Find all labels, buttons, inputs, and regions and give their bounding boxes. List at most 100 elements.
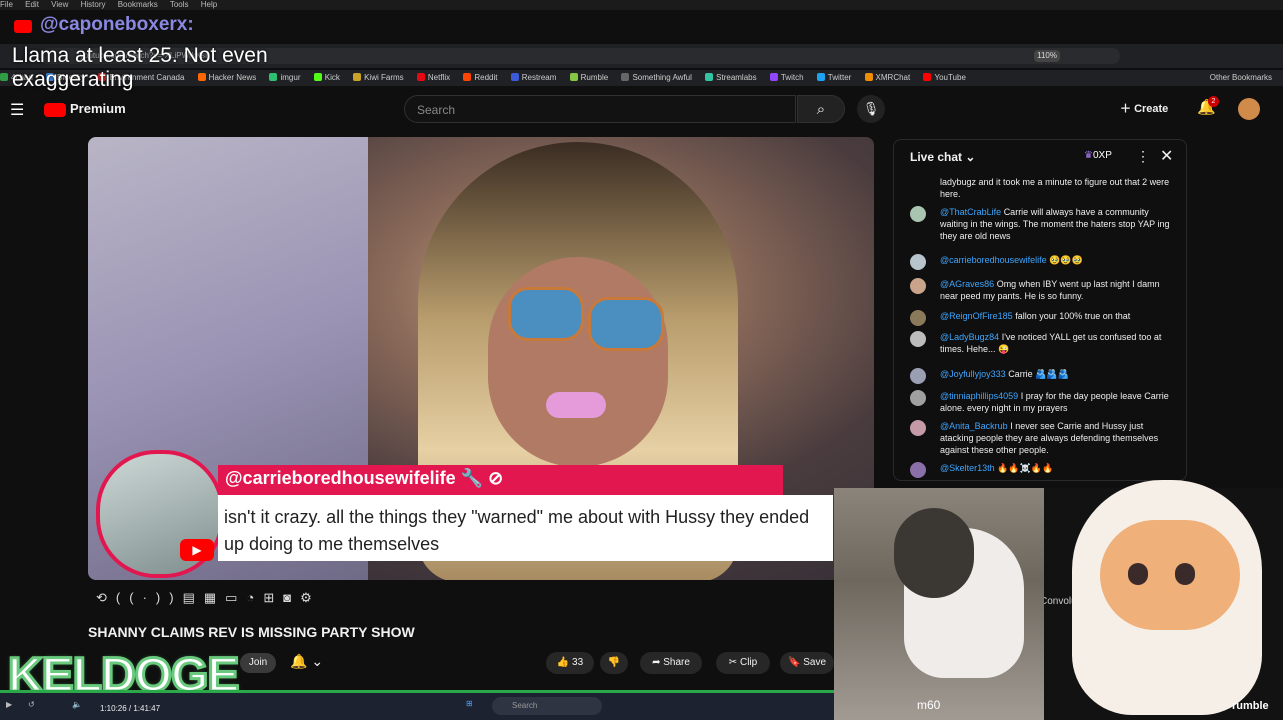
chat-username[interactable]: @LadyBugz84 [940, 332, 999, 342]
bookmark-item[interactable]: Kiwi Farms [353, 70, 404, 86]
more-options-icon[interactable]: ⋮ [1136, 148, 1150, 165]
subscribe-bell-icon[interactable]: 🔔 ⌄ [290, 653, 323, 670]
zoom-badge[interactable]: 110% [1034, 50, 1060, 62]
broadcast-icon[interactable]: ((·)) [116, 590, 183, 605]
notification-count-badge: 2 [1208, 96, 1219, 107]
bookmark-item[interactable]: Twitter [816, 70, 851, 86]
like-button[interactable]: 👍 33 [546, 652, 594, 674]
menu-view[interactable]: View [51, 0, 68, 9]
live-chat-panel: Live chat ⌄ ♛0XP ⋮ ✕ ladybugz and it too… [893, 139, 1187, 481]
share-button[interactable]: ➦ Share [640, 652, 702, 674]
chat-username[interactable]: @ThatCrabLife [940, 207, 1001, 217]
chat-username[interactable]: @ReignOfFire185 [940, 311, 1013, 321]
bookmark-favicon-icon [0, 73, 8, 81]
hamburger-menu-icon[interactable]: ☰ [10, 100, 24, 120]
create-label: Create [1134, 103, 1169, 115]
chat-avatar [910, 368, 926, 384]
menu-help[interactable]: Help [201, 0, 217, 9]
fox-mascot-eye [1175, 563, 1195, 585]
loop-icon[interactable]: ⟲ [96, 590, 116, 605]
create-button[interactable]: ＋ Create [1120, 98, 1180, 120]
wrench-icon: 🔧 [460, 468, 484, 488]
bookmark-item[interactable]: Netflix [416, 70, 450, 86]
video-person-face [488, 257, 668, 467]
premium-label: Premium [70, 101, 126, 116]
live-chat-title[interactable]: Live chat ⌄ [910, 150, 975, 164]
chat-username[interactable]: @Joyfullyjoy333 [940, 369, 1006, 379]
save-button[interactable]: 🔖 Save [780, 652, 834, 674]
bookmark-item[interactable]: Twitch [769, 70, 804, 86]
video-title: SHANNY CLAIMS REV IS MISSING PARTY SHOW [88, 624, 415, 640]
sunglasses-lens [508, 287, 584, 341]
chat-message: @ThatCrabLife Carrie will always have a … [910, 206, 1170, 242]
overlay-handle: @caponeboxerx: [40, 14, 194, 35]
bookmark-item[interactable]: Kick [313, 70, 340, 86]
bookmark-favicon-icon [510, 73, 519, 81]
chat-username[interactable]: @Skelter13th [940, 463, 995, 473]
other-bookmarks[interactable]: Other Bookmarks [1210, 70, 1272, 86]
stream-tool-icons: ⟲((·))▤▦▭◔⊞◙⚙ [96, 590, 321, 606]
play-icon[interactable]: ▶ [6, 700, 12, 709]
comment-username: @carrieboredhousewifelife 🔧 ⊘ [225, 468, 504, 488]
search-icon: ⌕ [816, 101, 826, 118]
chat-username[interactable]: @AGraves86 [940, 279, 994, 289]
camera-icon[interactable]: ◙ [283, 590, 300, 605]
cat-ear-patch [894, 508, 974, 598]
volume-icon[interactable]: 🔈 [72, 700, 82, 709]
taskbar-search-input[interactable]: Search [492, 697, 602, 715]
bookmark-item[interactable]: Reddit [463, 70, 497, 86]
windows-start-icon[interactable]: ⊞ [466, 699, 473, 708]
account-avatar[interactable] [1238, 98, 1260, 120]
youtube-play-icon: ▶ [180, 539, 214, 561]
bookmark-favicon-icon [621, 73, 630, 81]
youtube-icon [14, 20, 32, 33]
chat-message: @Anita_Backrub I never see Carrie and Hu… [910, 420, 1170, 456]
menu-history[interactable]: History [81, 0, 106, 9]
close-icon[interactable]: ✕ [1160, 146, 1173, 166]
search-button[interactable]: ⌕ [797, 95, 845, 123]
bookmark-favicon-icon [769, 73, 778, 81]
bookmark-item[interactable]: XMRChat [864, 70, 910, 86]
replay-icon[interactable]: ↺ [28, 700, 35, 709]
chat-message: @Joyfullyjoy333 Carrie 🫂🫂🫂 [910, 368, 1170, 384]
bookmark-item[interactable]: Rumble [569, 70, 608, 86]
chevron-down-icon: ⌄ [965, 150, 976, 164]
add-icon[interactable]: ⊞ [263, 590, 283, 605]
share-icon: ➦ [652, 657, 664, 668]
chat-avatar [910, 254, 926, 270]
bookmark-favicon-icon [313, 73, 322, 81]
theater-icon[interactable]: ▭ [225, 590, 246, 605]
search-input[interactable]: Search [404, 95, 796, 123]
clip-button[interactable]: ✂ Clip [716, 652, 770, 674]
clapper-icon[interactable]: ▦ [204, 590, 225, 605]
chat-username[interactable]: @Anita_Backrub [940, 421, 1008, 431]
menu-edit[interactable]: Edit [25, 0, 39, 9]
comment-text: isn't it crazy. all the things they "war… [224, 507, 810, 554]
chat-avatar [910, 331, 926, 347]
bookmark-item[interactable]: Something Awful [621, 70, 692, 86]
bookmark-favicon-icon [816, 73, 825, 81]
bookmark-item[interactable]: YouTube [923, 70, 966, 86]
microphone-icon[interactable]: 🎙 [857, 95, 885, 123]
fox-mascot-face [1100, 520, 1240, 630]
chat-username[interactable]: @tinniaphillips4059 [940, 391, 1018, 401]
overlay-message: Llama at least 25. Not even exaggerating [12, 44, 268, 91]
bookmark-item[interactable]: Streamlabs [705, 70, 757, 86]
youtube-logo-icon[interactable] [44, 103, 66, 117]
speed-icon[interactable]: ◔ [246, 590, 263, 605]
video-time: 1:10:26 / 1:41:47 [100, 704, 161, 713]
bookmark-item[interactable]: Restream [510, 70, 556, 86]
subtitles-icon[interactable]: ▤ [183, 590, 204, 605]
chat-message: @ReignOfFire185 fallon your 100% true on… [910, 310, 1170, 326]
chat-message: @LadyBugz84 I've noticed YALL get us con… [910, 331, 1170, 355]
rumble-logo: rumble [1232, 700, 1269, 712]
join-button[interactable]: Join [240, 653, 276, 673]
chat-username[interactable]: @carrieboredhousewifelife [940, 255, 1047, 265]
chat-message: ladybugz and it took me a minute to figu… [940, 177, 1170, 199]
settings-gear-icon[interactable]: ⚙ [300, 590, 321, 605]
menu-bookmarks[interactable]: Bookmarks [118, 0, 158, 9]
dislike-button[interactable]: 👎 [600, 652, 628, 674]
bookmark-favicon-icon [416, 73, 425, 81]
menu-tools[interactable]: Tools [170, 0, 189, 9]
menu-file[interactable]: File [0, 0, 13, 9]
